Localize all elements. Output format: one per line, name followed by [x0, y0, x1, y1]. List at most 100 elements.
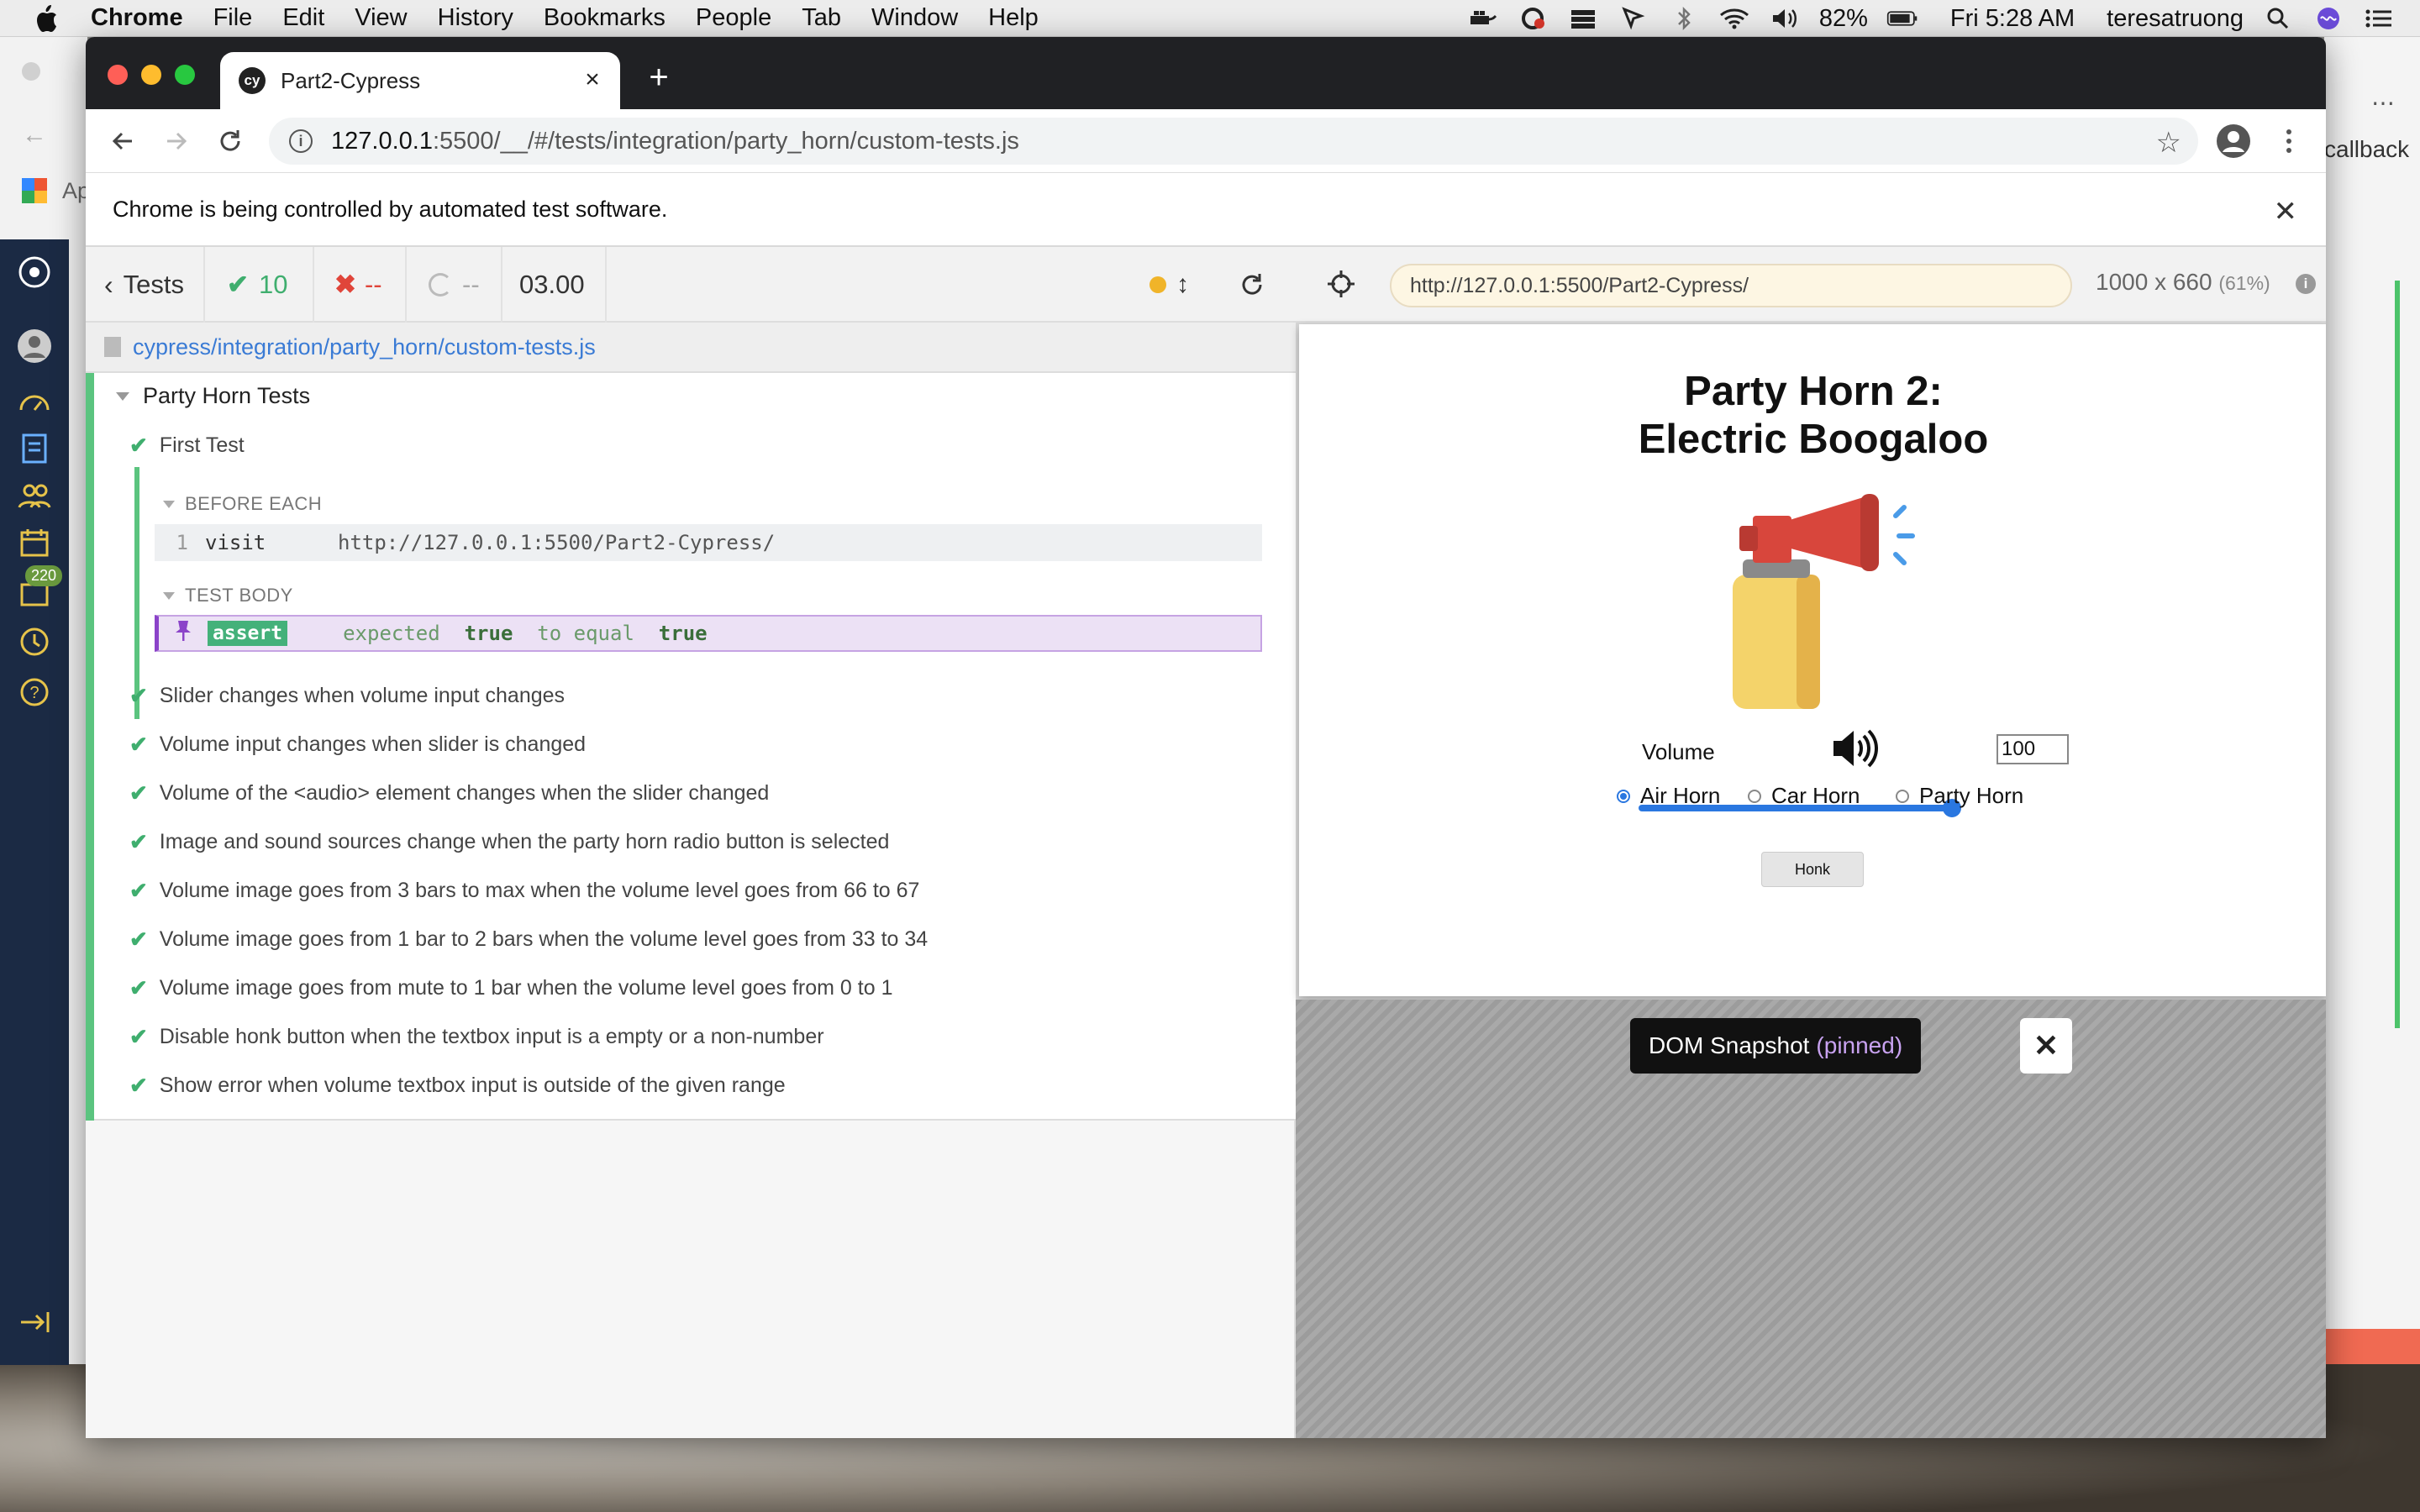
- menubar-user[interactable]: teresatruong: [2107, 5, 2244, 33]
- menu-history[interactable]: History: [438, 4, 513, 32]
- test-item[interactable]: ✔ Volume image goes from mute to 1 bar wh…: [129, 975, 892, 1001]
- menu-window[interactable]: Window: [871, 4, 958, 32]
- menu-edit[interactable]: Edit: [282, 4, 324, 32]
- honk-button[interactable]: Honk: [1761, 852, 1864, 887]
- docker-icon[interactable]: [1466, 6, 1498, 31]
- menu-app-name[interactable]: Chrome: [91, 4, 183, 32]
- command-visit[interactable]: 1 visit http://127.0.0.1:5500/Part2-Cypr…: [155, 524, 1262, 561]
- back-icon[interactable]: [104, 123, 141, 160]
- apple-icon[interactable]: [34, 4, 62, 33]
- command-assert-pinned[interactable]: assert expected true to equal true: [155, 615, 1262, 652]
- test-item[interactable]: ✔ Image and sound sources change when the…: [129, 829, 889, 855]
- app-title: Party Horn 2: Electric Boogaloo: [1299, 368, 2326, 464]
- zoom-window-button[interactable]: [175, 65, 195, 85]
- test-title: Slider changes when volume input changes: [159, 684, 566, 707]
- help-icon[interactable]: ?: [15, 673, 54, 711]
- menu-people[interactable]: People: [696, 4, 771, 32]
- minimize-window-button[interactable]: [141, 65, 161, 85]
- radio-unselected-icon: [1896, 789, 1909, 803]
- site-info-icon[interactable]: i: [289, 129, 313, 153]
- rerun-icon[interactable]: [1208, 247, 1296, 323]
- notification-center-icon[interactable]: [2363, 6, 2395, 31]
- caret-down-icon: [163, 591, 175, 600]
- macos-menubar: Chrome File Edit View History Bookmarks …: [0, 0, 2420, 37]
- chrome-menu-icon[interactable]: [2270, 123, 2307, 160]
- profile-avatar-icon[interactable]: [2215, 123, 2252, 160]
- new-tab-icon[interactable]: +: [642, 60, 676, 94]
- test-item[interactable]: ✔ Volume image goes from 1 bar to 2 bars …: [129, 927, 928, 953]
- radio-party-horn[interactable]: Party Horn: [1896, 783, 2023, 809]
- pending-count[interactable]: --: [407, 247, 502, 323]
- test-title: First Test: [159, 433, 245, 457]
- stack-icon[interactable]: [1567, 6, 1599, 31]
- battery-icon[interactable]: [1886, 6, 1918, 31]
- creative-cloud-icon[interactable]: [1517, 6, 1549, 31]
- test-item[interactable]: ✔ Disable honk button when the textbox in…: [129, 1024, 824, 1050]
- reporter-header: ‹ Tests ✔ 10 ✖ -- -- 03.00 ↕: [86, 247, 1296, 323]
- menu-view[interactable]: View: [355, 4, 407, 32]
- selector-playground-icon[interactable]: [1326, 269, 1356, 303]
- hook-test-body[interactable]: TEST BODY: [163, 585, 293, 606]
- test-item[interactable]: ✔ Slider changes when volume input change…: [129, 683, 565, 709]
- menu-help[interactable]: Help: [988, 4, 1039, 32]
- menu-bookmarks[interactable]: Bookmarks: [544, 4, 666, 32]
- radio-air-horn[interactable]: Air Horn: [1617, 783, 1720, 809]
- viewport-dimensions: 1000 x 660: [2096, 269, 2212, 295]
- unpin-snapshot-button[interactable]: ✕: [2020, 1018, 2072, 1074]
- test-list: Party Horn Tests ✔ First Test BEFORE EAC…: [86, 373, 1296, 1121]
- menu-tab[interactable]: Tab: [802, 4, 841, 32]
- bookmark-star-icon[interactable]: ☆: [2156, 126, 2181, 160]
- hook-before-each[interactable]: BEFORE EACH: [163, 493, 322, 515]
- forward-icon[interactable]: [158, 123, 195, 160]
- check-icon: ✔: [129, 927, 148, 952]
- check-icon: ✔: [129, 1024, 148, 1049]
- spec-file-link[interactable]: cypress/integration/party_horn/custom-te…: [86, 323, 1296, 373]
- close-window-button[interactable]: [108, 65, 128, 85]
- cursor-icon[interactable]: [1618, 6, 1649, 31]
- reload-icon[interactable]: [212, 123, 249, 160]
- viewport-info-icon[interactable]: i: [2296, 274, 2316, 294]
- profile-icon[interactable]: [15, 327, 54, 365]
- expand-vertical-icon: ↕: [1176, 270, 1189, 298]
- tests-back-button[interactable]: ‹ Tests: [86, 247, 205, 323]
- failed-count[interactable]: ✖ --: [314, 247, 407, 323]
- apps-icon: [22, 178, 47, 203]
- history-icon[interactable]: [15, 622, 54, 661]
- background-window-text: callback: [2324, 136, 2410, 162]
- radio-car-horn[interactable]: Car Horn: [1748, 783, 1860, 809]
- file-icon: [104, 337, 121, 357]
- groups-icon[interactable]: [15, 476, 54, 515]
- passed-count[interactable]: ✔ 10: [205, 247, 314, 323]
- cypress-reporter: ‹ Tests ✔ 10 ✖ -- -- 03.00 ↕ cypress/int…: [86, 247, 1296, 1438]
- auto-scroll-toggle[interactable]: ↕: [1144, 247, 1208, 323]
- suite-title[interactable]: Party Horn Tests: [116, 383, 310, 409]
- test-item[interactable]: ✔ Volume input changes when slider is cha…: [129, 732, 586, 758]
- courses-icon[interactable]: [15, 429, 54, 468]
- siri-icon[interactable]: [2312, 6, 2344, 31]
- test-item[interactable]: ✔ Show error when volume textbox input is…: [129, 1073, 786, 1099]
- bluetooth-icon[interactable]: [1668, 6, 1700, 31]
- close-infobar-icon[interactable]: ✕: [2274, 195, 2298, 228]
- test-first[interactable]: ✔ First Test: [129, 433, 245, 459]
- chevron-left-icon: ‹: [104, 269, 113, 300]
- check-icon: ✔: [129, 975, 148, 1000]
- menubar-clock[interactable]: Fri 5:28 AM: [1950, 5, 2075, 33]
- volume-icon[interactable]: [1769, 6, 1801, 31]
- address-bar[interactable]: i 127.0.0.1:5500/__/#/tests/integration/…: [269, 118, 2198, 165]
- spotlight-search-icon[interactable]: [2262, 6, 2294, 31]
- test-item[interactable]: ✔ Volume image goes from 3 bars to max wh…: [129, 878, 919, 904]
- volume-number-input[interactable]: 100: [1996, 734, 2069, 764]
- collapse-sidebar-icon[interactable]: [15, 1303, 54, 1341]
- dashboard-icon[interactable]: [15, 381, 54, 419]
- svg-text:?: ?: [29, 684, 39, 702]
- browser-toolbar: i 127.0.0.1:5500/__/#/tests/integration/…: [86, 109, 2326, 173]
- pin-icon: [159, 619, 208, 648]
- calendar-icon[interactable]: [15, 523, 54, 562]
- menu-file[interactable]: File: [213, 4, 253, 32]
- close-tab-icon[interactable]: ×: [580, 67, 605, 92]
- preview-url[interactable]: http://127.0.0.1:5500/Part2-Cypress/: [1390, 264, 2072, 307]
- test-item[interactable]: ✔ Volume of the <audio> element changes w…: [129, 780, 769, 806]
- browser-tab[interactable]: cy Part2-Cypress ×: [220, 52, 620, 109]
- wifi-icon[interactable]: [1718, 6, 1750, 31]
- pending-number: --: [462, 270, 480, 299]
